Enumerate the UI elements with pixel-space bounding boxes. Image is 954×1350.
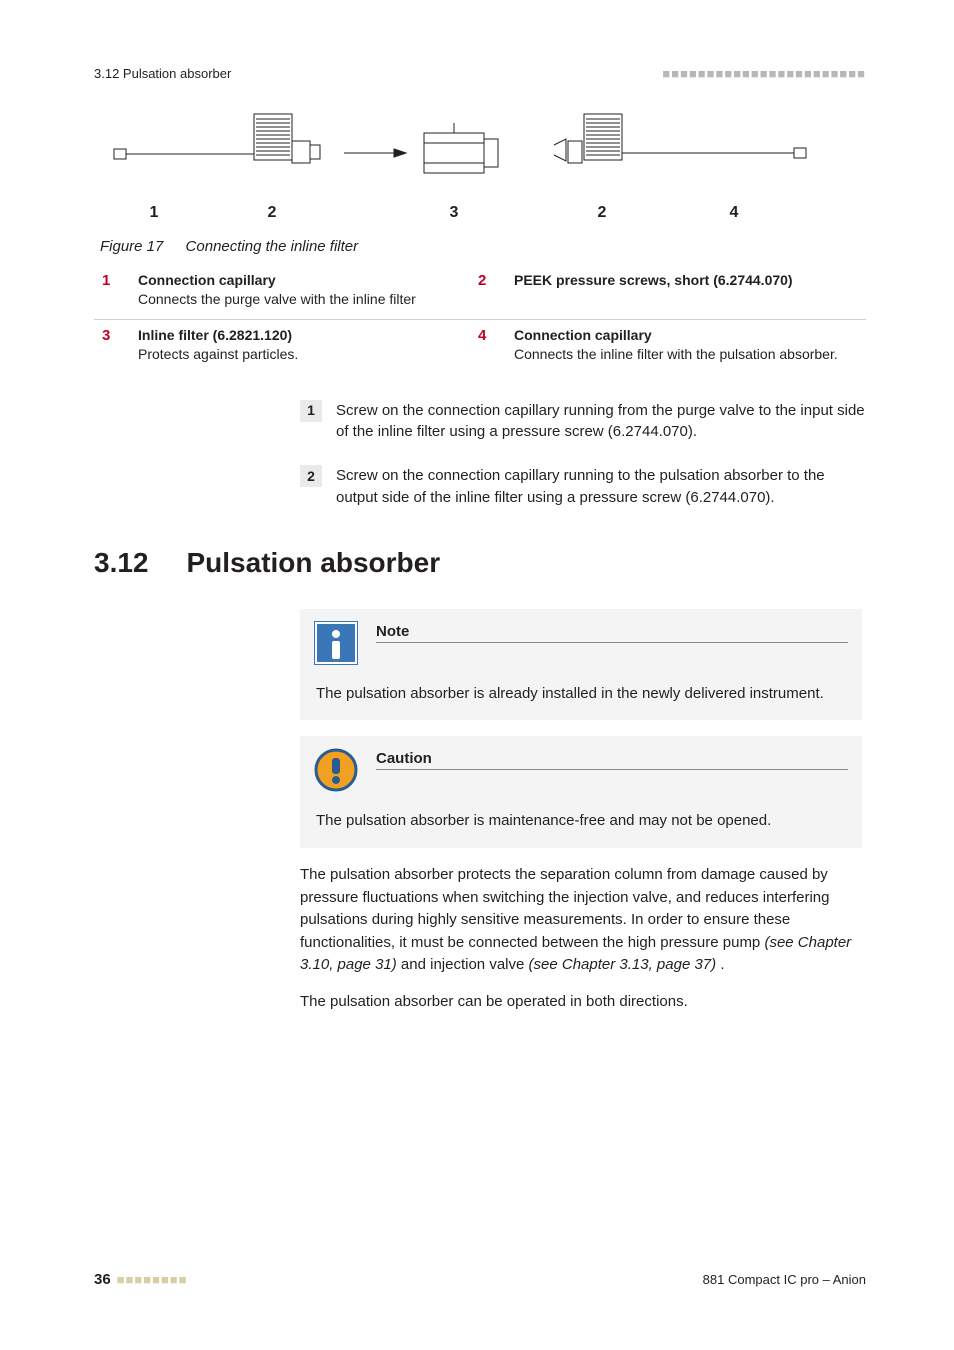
para-text: and injection valve	[401, 956, 529, 973]
fig-callout-2b: 2	[598, 204, 607, 221]
procedure-steps: 1 Screw on the connection capillary runn…	[300, 400, 866, 509]
note-callout: Note The pulsation absorber is already i…	[300, 609, 862, 721]
fig-callout-2a: 2	[268, 204, 277, 221]
footer-doc-title: 881 Compact IC pro – Anion	[703, 1272, 866, 1287]
para-text: The pulsation absorber protects the sepa…	[300, 866, 829, 951]
legend-desc: Connects the inline filter with the puls…	[514, 346, 838, 362]
legend-cell: PEEK pressure screws, short (6.2744.070)	[506, 265, 866, 319]
step-text: Screw on the connection capillary runnin…	[336, 400, 866, 444]
callout-title: Caution	[376, 750, 848, 770]
callout-body: The pulsation absorber is already instal…	[316, 683, 848, 705]
legend-num: 3	[94, 319, 130, 373]
callout-header: Note	[314, 609, 848, 665]
legend-cell: Connection capillary Connects the inline…	[506, 319, 866, 373]
legend-desc: Connects the purge valve with the inline…	[138, 291, 416, 307]
step-item: 1 Screw on the connection capillary runn…	[300, 400, 866, 444]
figure-number: Figure 17	[100, 238, 163, 255]
legend-title: Inline filter (6.2821.120)	[138, 327, 292, 343]
footer-dots-icon: ■■■■■■■■	[117, 1272, 188, 1287]
cross-ref: (see Chapter 3.13, page 37)	[529, 956, 717, 973]
fig-callout-1: 1	[150, 204, 159, 221]
step-number: 1	[300, 400, 322, 422]
fig-callout-4: 4	[730, 204, 739, 221]
inline-filter-diagram: 1 2 3 2 4	[94, 109, 864, 229]
legend-row: 3 Inline filter (6.2821.120) Protects ag…	[94, 319, 866, 373]
legend-cell: Inline filter (6.2821.120) Protects agai…	[130, 319, 470, 373]
legend-title: Connection capillary	[138, 272, 276, 288]
legend-num: 4	[470, 319, 506, 373]
header-bars-icon: ■■■■■■■■■■■■■■■■■■■■■■■	[662, 66, 866, 81]
page-footer: 36 ■■■■■■■■ 881 Compact IC pro – Anion	[94, 1271, 866, 1288]
header-section-ref: 3.12 Pulsation absorber	[94, 66, 231, 81]
page-number: 36	[94, 1271, 111, 1288]
callout-body: The pulsation absorber is maintenance-fr…	[316, 810, 848, 832]
step-number: 2	[300, 465, 322, 487]
page: 3.12 Pulsation absorber ■■■■■■■■■■■■■■■■…	[0, 0, 954, 1350]
caution-callout: Caution The pulsation absorber is mainte…	[300, 736, 862, 848]
legend-num: 1	[94, 265, 130, 319]
footer-left: 36 ■■■■■■■■	[94, 1271, 188, 1288]
legend-num: 2	[470, 265, 506, 319]
legend-row: 1 Connection capillary Connects the purg…	[94, 265, 866, 319]
body-paragraph: The pulsation absorber can be operated i…	[300, 991, 862, 1014]
page-header: 3.12 Pulsation absorber ■■■■■■■■■■■■■■■■…	[94, 66, 866, 81]
section-heading: 3.12 Pulsation absorber	[94, 547, 866, 579]
warning-icon	[314, 748, 358, 792]
info-icon	[314, 621, 358, 665]
legend-cell: Connection capillary Connects the purge …	[130, 265, 470, 319]
legend-title: Connection capillary	[514, 327, 652, 343]
fig-callout-3: 3	[450, 204, 459, 221]
legend-desc: Protects against particles.	[138, 346, 298, 362]
callout-header: Caution	[314, 736, 848, 792]
figure-legend: 1 Connection capillary Connects the purg…	[94, 265, 866, 374]
section-number: 3.12	[94, 547, 149, 579]
figure-caption-text: Connecting the inline filter	[186, 238, 359, 255]
section-title: Pulsation absorber	[187, 547, 441, 579]
body-paragraph: The pulsation absorber protects the sepa…	[300, 864, 862, 977]
step-text: Screw on the connection capillary runnin…	[336, 465, 866, 509]
callout-title: Note	[376, 623, 848, 643]
step-item: 2 Screw on the connection capillary runn…	[300, 465, 866, 509]
para-text: .	[720, 956, 724, 973]
figure-caption: Figure 17 Connecting the inline filter	[100, 238, 866, 255]
legend-title: PEEK pressure screws, short (6.2744.070)	[514, 272, 793, 288]
figure-17: 1 2 3 2 4 Figure 17 Connecting the inlin…	[94, 109, 866, 255]
